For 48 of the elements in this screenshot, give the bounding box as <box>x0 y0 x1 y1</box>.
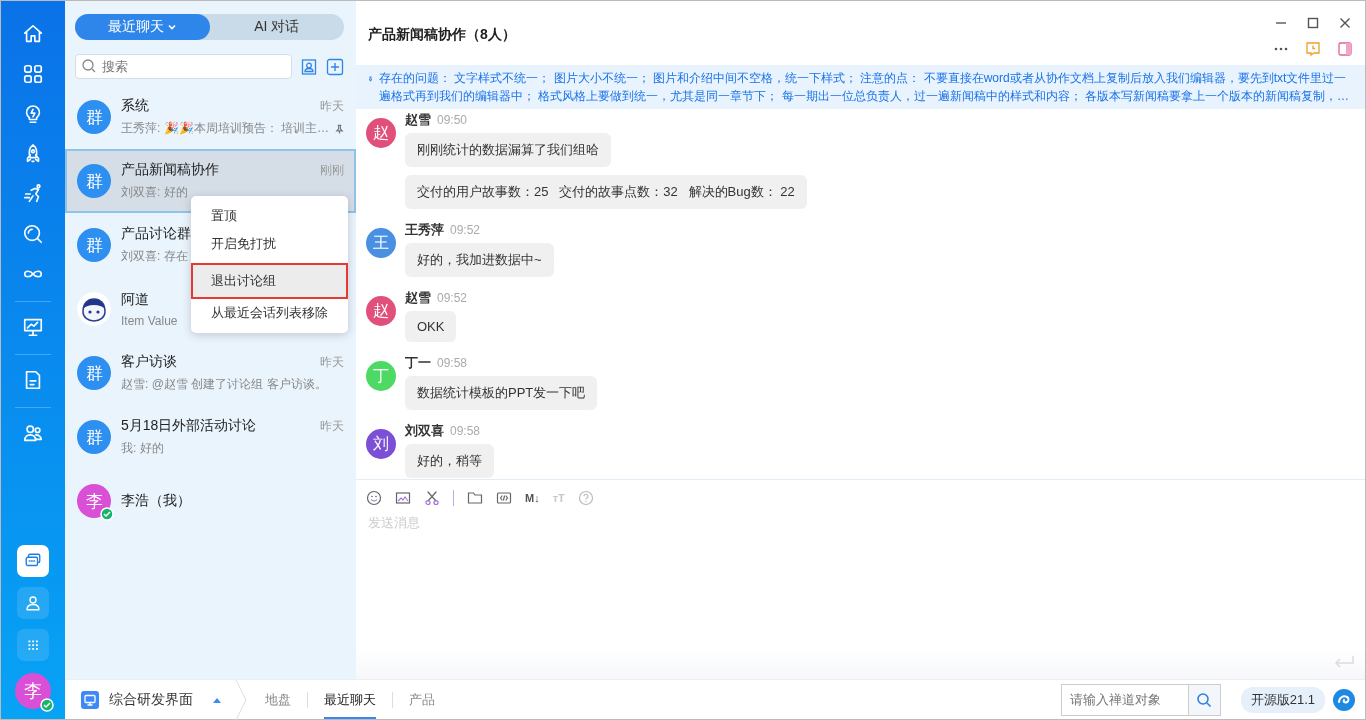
message-time: 09:50 <box>437 113 468 127</box>
message-preview: 我: 好的 <box>121 440 164 457</box>
avatar: 王 <box>366 228 396 258</box>
avatar: 群 <box>77 100 111 134</box>
chat-name: 5月18日外部活动讨论 <box>121 417 257 435</box>
chat-name: 李浩（我） <box>121 492 191 510</box>
chat-name: 产品新闻稿协作 <box>121 161 219 179</box>
avatar: 刘 <box>366 429 396 459</box>
sender-name: 丁一 <box>405 354 431 372</box>
avatar: 赵 <box>366 296 396 326</box>
avatar: 赵 <box>366 118 396 148</box>
chat-name: 系统 <box>121 97 149 115</box>
sender-name: 赵雪 <box>405 289 431 307</box>
message-bubble: 好的，稍等 <box>405 444 494 478</box>
chat-title: 产品新闻稿协作（8人） <box>368 26 516 44</box>
chat-time: 昨天 <box>320 353 344 371</box>
message-time: 09:52 <box>437 291 468 305</box>
message-preview: 赵雪: @赵雪 创建了讨论组 客户访谈。 <box>121 376 327 393</box>
message-bubble: OKK <box>405 311 457 342</box>
message-bubble: 好的，我加进数据中~ <box>405 243 554 277</box>
message-bubble: 刚刚统计的数据漏算了我们组哈 <box>405 133 611 167</box>
sender-name: 赵雪 <box>405 111 431 129</box>
avatar: 群 <box>77 420 111 454</box>
sender-name: 刘双喜 <box>405 422 444 440</box>
message-preview: 刘双喜: 好的 <box>121 184 188 201</box>
avatar: 群 <box>77 356 111 390</box>
chat-time: 昨天 <box>320 417 344 435</box>
avatar: 群 <box>77 228 111 262</box>
message-preview: 王秀萍: 🎉🎉本周培训预告： 培训主… <box>121 120 329 137</box>
message-preview: 刘双喜: 存在 <box>121 248 188 265</box>
app-name: 综合研发界面 <box>109 690 193 709</box>
avatar: 李 <box>77 484 111 518</box>
message-time: 09:58 <box>450 424 481 438</box>
chat-time: 昨天 <box>320 97 344 115</box>
version-badge: 开源版21.1 <box>1240 686 1325 713</box>
sender-name: 王秀萍 <box>405 221 444 239</box>
message-time: 09:52 <box>450 223 481 237</box>
avatar: 群 <box>77 164 111 198</box>
message-bubble: 数据统计模板的PPT发一下吧 <box>405 376 598 410</box>
chat-name: 阿道 <box>121 290 149 309</box>
chat-time: 刚刚 <box>320 161 344 179</box>
message-time: 09:58 <box>437 356 468 370</box>
avatar: 丁 <box>366 361 396 391</box>
message-preview: Item Value <box>121 313 178 328</box>
message-bubble: 交付的用户故事数：25 交付的故事点数：32 解决的Bug数： 22 <box>405 175 807 209</box>
chat-name: 客户访谈 <box>121 353 177 371</box>
chat-name: 产品讨论群 <box>121 225 191 243</box>
pinned-notice: 存在的问题： 文字样式不统一； 图片大小不统一； 图片和介绍中间不空格，统一下样式； 注意的点： 不要直接在word或者从协作文档上复制后放入我们编辑器，要先到txt文件里过一遍格式再到我们的编辑器中； 格式风格上要做到统一，尤其是同一章节下； 每一期出一位总负责人，过一遍新闻稿中的样式和内容； 各版本写新闻稿要拿上一个版本的新闻稿复制，… <box>379 70 1351 105</box>
